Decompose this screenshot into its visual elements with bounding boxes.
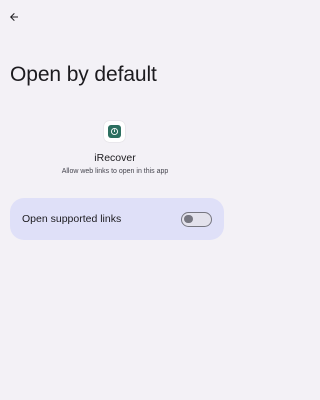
irecover-app-icon xyxy=(108,125,121,138)
open-supported-links-setting[interactable]: Open supported links xyxy=(10,198,224,240)
back-button[interactable] xyxy=(4,6,24,28)
toggle-knob xyxy=(184,214,193,223)
app-name: iRecover xyxy=(94,152,136,164)
app-icon xyxy=(104,121,125,142)
setting-label: Open supported links xyxy=(22,213,122,225)
page-title: Open by default xyxy=(10,63,157,86)
app-description: Allow web links to open in this app xyxy=(61,168,169,175)
arrow-back-icon xyxy=(8,11,20,23)
open-supported-links-toggle[interactable] xyxy=(181,211,212,227)
